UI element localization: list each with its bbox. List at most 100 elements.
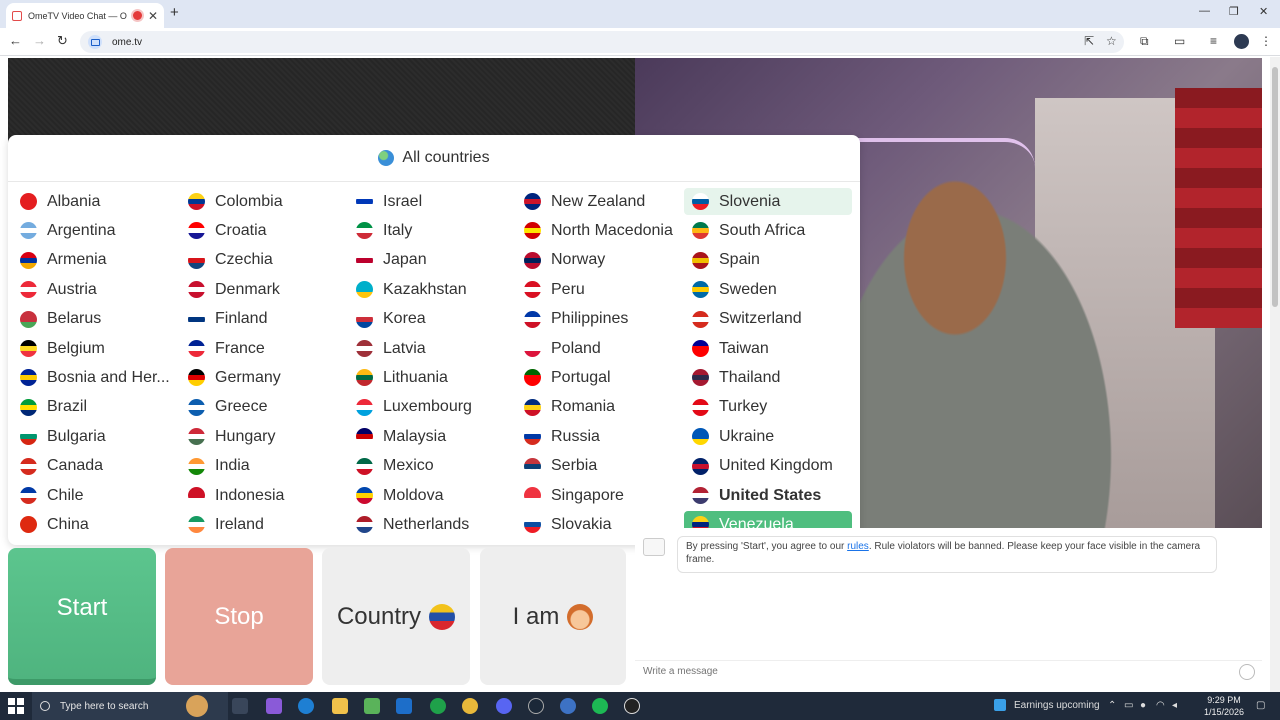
- country-option[interactable]: Sweden: [684, 276, 852, 303]
- country-option[interactable]: Armenia: [12, 247, 180, 274]
- country-option[interactable]: Moldova: [348, 482, 516, 509]
- country-option[interactable]: Hungary: [180, 423, 348, 450]
- country-option[interactable]: Thailand: [684, 364, 852, 391]
- country-option[interactable]: North Macedonia: [516, 217, 684, 244]
- maximize-button[interactable]: ❐: [1229, 5, 1239, 18]
- country-option[interactable]: Russia: [516, 423, 684, 450]
- country-option[interactable]: Belarus: [12, 306, 180, 333]
- volume-icon[interactable]: ◂: [1172, 700, 1177, 711]
- country-option[interactable]: India: [180, 453, 348, 480]
- media-controls-icon[interactable]: ▭: [1174, 34, 1185, 48]
- country-option[interactable]: Finland: [180, 306, 348, 333]
- country-option[interactable]: Belgium: [12, 335, 180, 362]
- country-option[interactable]: Greece: [180, 394, 348, 421]
- xbox-icon[interactable]: [430, 698, 446, 714]
- country-option[interactable]: Netherlands: [348, 511, 516, 538]
- country-option[interactable]: Israel: [348, 188, 516, 215]
- country-option[interactable]: Denmark: [180, 276, 348, 303]
- back-arrow-icon[interactable]: ←: [9, 33, 22, 48]
- wifi-icon[interactable]: ◠: [1156, 700, 1165, 711]
- country-option[interactable]: Argentina: [12, 217, 180, 244]
- start-button[interactable]: Start: [8, 548, 156, 685]
- edge-browser-icon[interactable]: [298, 698, 314, 714]
- country-option[interactable]: Kazakhstan: [348, 276, 516, 303]
- country-option[interactable]: Poland: [516, 335, 684, 362]
- copilot-icon[interactable]: [266, 698, 282, 714]
- spotify-icon[interactable]: [592, 698, 608, 714]
- microphone-icon[interactable]: ●: [1140, 700, 1146, 711]
- country-option[interactable]: Serbia: [516, 453, 684, 480]
- country-option[interactable]: Norway: [516, 247, 684, 274]
- country-option[interactable]: United Kingdom: [684, 453, 852, 480]
- country-option[interactable]: Albania: [12, 188, 180, 215]
- taskbar-clock[interactable]: 9:29 PM 1/15/2026: [1196, 694, 1252, 718]
- new-tab-button[interactable]: +: [170, 4, 179, 21]
- country-option[interactable]: Slovenia: [684, 188, 852, 215]
- tab-close-icon[interactable]: ✕: [148, 9, 158, 23]
- windows-start-icon[interactable]: [8, 698, 24, 714]
- country-option[interactable]: Portugal: [516, 364, 684, 391]
- country-option[interactable]: Malaysia: [348, 423, 516, 450]
- country-option[interactable]: Turkey: [684, 394, 852, 421]
- country-option[interactable]: Ireland: [180, 511, 348, 538]
- obs-icon[interactable]: [624, 698, 640, 714]
- outlook-icon[interactable]: [396, 698, 412, 714]
- country-option[interactable]: Colombia: [180, 188, 348, 215]
- profile-avatar[interactable]: [1234, 34, 1249, 49]
- country-option[interactable]: Romania: [516, 394, 684, 421]
- country-button[interactable]: Country: [322, 548, 470, 685]
- country-option[interactable]: Ukraine: [684, 423, 852, 450]
- country-option[interactable]: Czechia: [180, 247, 348, 274]
- country-option[interactable]: Canada: [12, 453, 180, 480]
- network-icon[interactable]: ▭: [1124, 700, 1133, 711]
- steam-icon[interactable]: [528, 698, 544, 714]
- rules-link[interactable]: rules: [847, 541, 869, 552]
- stop-button[interactable]: Stop: [165, 548, 313, 685]
- all-countries-header[interactable]: All countries: [8, 135, 860, 182]
- country-option[interactable]: Peru: [516, 276, 684, 303]
- country-option[interactable]: United States: [684, 482, 852, 509]
- country-option[interactable]: Korea: [348, 306, 516, 333]
- country-option[interactable]: Spain: [684, 247, 852, 274]
- country-option[interactable]: France: [180, 335, 348, 362]
- chrome-profile-icon[interactable]: [560, 698, 576, 714]
- country-option[interactable]: Croatia: [180, 217, 348, 244]
- country-option[interactable]: South Africa: [684, 217, 852, 244]
- site-info-icon[interactable]: [88, 35, 102, 49]
- country-option[interactable]: Bosnia and Her...: [12, 364, 180, 391]
- reading-list-icon[interactable]: ≡: [1210, 34, 1217, 48]
- earnings-widget[interactable]: Earnings upcoming: [994, 699, 1100, 711]
- bookmark-star-icon[interactable]: ☆: [1106, 34, 1117, 48]
- scrollbar-thumb[interactable]: [1272, 67, 1278, 307]
- country-option[interactable]: Mexico: [348, 453, 516, 480]
- file-explorer-icon[interactable]: [332, 698, 348, 714]
- close-window-button[interactable]: ✕: [1259, 5, 1268, 18]
- menu-kebab-icon[interactable]: ⋮: [1260, 34, 1272, 48]
- country-option[interactable]: Japan: [348, 247, 516, 274]
- discord-icon[interactable]: [496, 698, 512, 714]
- country-option[interactable]: Latvia: [348, 335, 516, 362]
- country-option[interactable]: Brazil: [12, 394, 180, 421]
- extensions-icon[interactable]: ⧉: [1140, 34, 1149, 49]
- pretzel-widget-icon[interactable]: [186, 695, 208, 717]
- country-option[interactable]: Philippines: [516, 306, 684, 333]
- country-option[interactable]: New Zealand: [516, 188, 684, 215]
- tray-chevron-icon[interactable]: ⌃: [1108, 700, 1116, 711]
- page-scrollbar[interactable]: [1270, 57, 1280, 692]
- country-option[interactable]: China: [12, 511, 180, 538]
- minimize-button[interactable]: —: [1199, 5, 1210, 17]
- country-option[interactable]: Lithuania: [348, 364, 516, 391]
- country-option[interactable]: Switzerland: [684, 306, 852, 333]
- address-bar[interactable]: ome.tv: [80, 31, 1124, 53]
- country-option[interactable]: Austria: [12, 276, 180, 303]
- country-option[interactable]: Germany: [180, 364, 348, 391]
- install-app-icon[interactable]: ⇱: [1084, 34, 1094, 48]
- country-option[interactable]: Luxembourg: [348, 394, 516, 421]
- country-option[interactable]: Indonesia: [180, 482, 348, 509]
- browser-tab[interactable]: OmeTV Video Chat — Ome ✕: [6, 3, 164, 28]
- gender-button[interactable]: I am: [480, 548, 626, 685]
- country-option[interactable]: Singapore: [516, 482, 684, 509]
- chrome-icon[interactable]: [462, 698, 478, 714]
- store-icon[interactable]: [364, 698, 380, 714]
- notifications-icon[interactable]: ▢: [1256, 700, 1265, 711]
